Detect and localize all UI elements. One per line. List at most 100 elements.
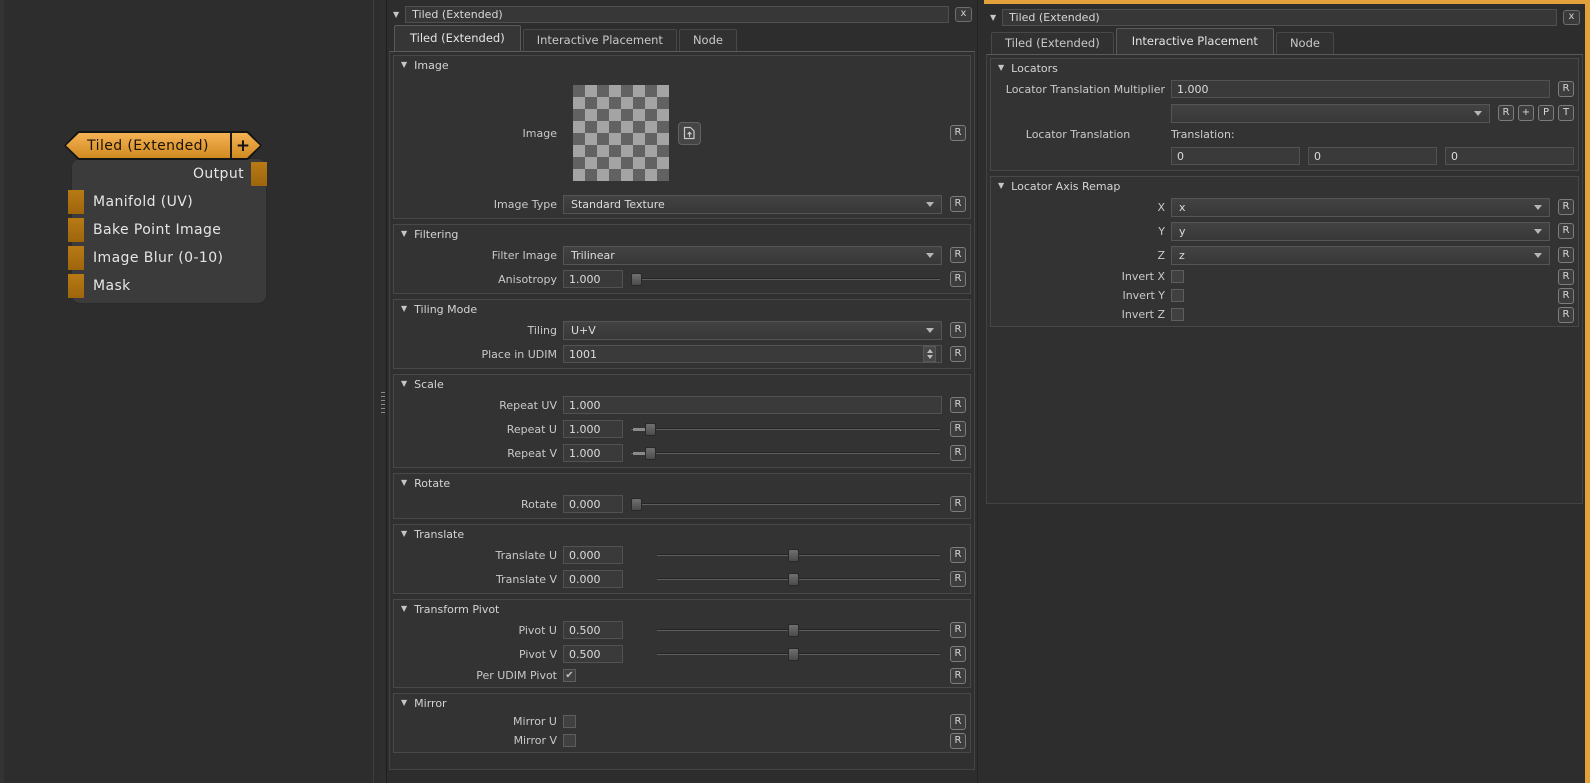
- input-port-mask[interactable]: [68, 274, 84, 298]
- reset-button[interactable]: R: [950, 714, 966, 730]
- section-header-scale[interactable]: ▼ Scale: [394, 375, 970, 393]
- per-udim-pivot-checkbox[interactable]: ✔: [563, 669, 576, 682]
- translation-y-field[interactable]: 0: [1308, 147, 1437, 165]
- import-image-button[interactable]: [678, 122, 701, 145]
- pivot-u-slider[interactable]: [657, 623, 942, 638]
- translate-u-slider[interactable]: [657, 548, 942, 563]
- tab-node[interactable]: Node: [1276, 32, 1334, 54]
- repeat-u-field[interactable]: 1.000: [563, 420, 623, 438]
- pivot-v-field[interactable]: 0.500: [563, 645, 623, 663]
- tab-interactive-placement[interactable]: Interactive Placement: [1116, 28, 1274, 54]
- image-thumbnail[interactable]: [573, 85, 669, 181]
- spin-down-icon[interactable]: [927, 355, 933, 359]
- reset-button[interactable]: R: [950, 547, 966, 563]
- udim-spin-buttons[interactable]: [923, 346, 936, 362]
- panel-title-bar[interactable]: ▼ Tiled (Extended) x: [387, 0, 977, 27]
- invert-z-checkbox[interactable]: [1171, 308, 1184, 321]
- collapse-arrow-icon[interactable]: ▼: [393, 11, 399, 19]
- node-header[interactable]: Tiled (Extended) +: [64, 131, 262, 160]
- reset-button[interactable]: R: [1558, 288, 1574, 304]
- tab-node[interactable]: Node: [679, 29, 737, 51]
- slider-handle[interactable]: [788, 573, 799, 586]
- locator-preset-dropdown[interactable]: [1171, 104, 1490, 123]
- rotate-field[interactable]: 0.000: [563, 495, 623, 513]
- translate-v-slider[interactable]: [657, 572, 942, 587]
- reset-button[interactable]: R: [1558, 269, 1574, 285]
- repeat-u-slider[interactable]: [631, 422, 942, 437]
- node-body[interactable]: Output Manifold (UV) Bake Point Image Im…: [72, 159, 266, 303]
- invert-y-checkbox[interactable]: [1171, 289, 1184, 302]
- anisotropy-field[interactable]: 1.000: [563, 270, 623, 288]
- section-header-mirror[interactable]: ▼ Mirror: [394, 694, 970, 712]
- filter-image-dropdown[interactable]: Trilinear: [563, 246, 942, 265]
- mirror-v-checkbox[interactable]: [563, 734, 576, 747]
- reset-button[interactable]: R: [950, 646, 966, 662]
- axis-y-dropdown[interactable]: y: [1171, 222, 1550, 241]
- slider-handle[interactable]: [631, 498, 642, 511]
- spin-up-icon[interactable]: [927, 349, 933, 353]
- add-locator-button[interactable]: +: [1518, 105, 1534, 121]
- slider-handle[interactable]: [788, 648, 799, 661]
- tab-tiled-extended[interactable]: Tiled (Extended): [991, 32, 1114, 54]
- reset-button[interactable]: R: [1558, 81, 1574, 97]
- translation-z-field[interactable]: 0: [1445, 147, 1574, 165]
- reset-button[interactable]: R: [950, 196, 966, 212]
- axis-z-dropdown[interactable]: z: [1171, 246, 1550, 265]
- translate-v-field[interactable]: 0.000: [563, 570, 623, 588]
- section-header-filtering[interactable]: ▼ Filtering: [394, 225, 970, 243]
- reset-button[interactable]: R: [950, 571, 966, 587]
- slider-handle[interactable]: [645, 423, 656, 436]
- reset-button[interactable]: R: [950, 733, 966, 749]
- reset-button[interactable]: R: [950, 445, 966, 461]
- node-add-button[interactable]: +: [232, 133, 260, 158]
- reset-button[interactable]: R: [1558, 223, 1574, 239]
- reset-button[interactable]: R: [950, 421, 966, 437]
- input-port-image-blur[interactable]: [68, 246, 84, 270]
- reset-button[interactable]: R: [950, 322, 966, 338]
- collapse-arrow-icon[interactable]: ▼: [990, 14, 996, 22]
- section-header-locators[interactable]: ▼ Locators: [991, 59, 1578, 77]
- anisotropy-slider[interactable]: [631, 272, 942, 287]
- reset-button[interactable]: R: [950, 496, 966, 512]
- reset-button[interactable]: R: [950, 346, 966, 362]
- p-button[interactable]: P: [1538, 105, 1554, 121]
- reset-button[interactable]: R: [1558, 199, 1574, 215]
- section-header-tiling-mode[interactable]: ▼ Tiling Mode: [394, 300, 970, 318]
- invert-x-checkbox[interactable]: [1171, 270, 1184, 283]
- tiling-dropdown[interactable]: U+V: [563, 321, 942, 340]
- reset-button[interactable]: R: [1558, 307, 1574, 323]
- reset-button[interactable]: R: [950, 271, 966, 287]
- rotate-slider[interactable]: [631, 497, 942, 512]
- repeat-uv-field[interactable]: 1.000: [563, 396, 942, 414]
- section-header-translate[interactable]: ▼ Translate: [394, 525, 970, 543]
- panel-splitter[interactable]: [379, 0, 387, 783]
- pivot-u-field[interactable]: 0.500: [563, 621, 623, 639]
- slider-handle[interactable]: [788, 624, 799, 637]
- node-tiled-extended[interactable]: Tiled (Extended) + Output Manifold (UV) …: [64, 131, 266, 303]
- reset-button[interactable]: R: [950, 622, 966, 638]
- translation-x-field[interactable]: 0: [1171, 147, 1300, 165]
- reset-button[interactable]: R: [1558, 247, 1574, 263]
- close-button[interactable]: x: [1563, 10, 1580, 25]
- tab-interactive-placement[interactable]: Interactive Placement: [523, 29, 677, 51]
- panel-title-bar[interactable]: ▼ Tiled (Extended) x: [984, 0, 1585, 30]
- repeat-v-slider[interactable]: [631, 446, 942, 461]
- section-header-locator-axis-remap[interactable]: ▼ Locator Axis Remap: [991, 177, 1578, 195]
- output-port[interactable]: [251, 162, 267, 186]
- image-type-dropdown[interactable]: Standard Texture: [563, 195, 942, 214]
- reset-button[interactable]: R: [1498, 105, 1514, 121]
- udim-spinbox[interactable]: 1001: [563, 345, 942, 363]
- slider-handle[interactable]: [645, 447, 656, 460]
- slider-handle[interactable]: [788, 549, 799, 562]
- reset-button[interactable]: R: [950, 247, 966, 263]
- locator-multiplier-field[interactable]: 1.000: [1171, 80, 1550, 98]
- node-graph-canvas[interactable]: Tiled (Extended) + Output Manifold (UV) …: [0, 0, 374, 783]
- tab-tiled-extended[interactable]: Tiled (Extended): [394, 25, 521, 51]
- pivot-v-slider[interactable]: [657, 647, 942, 662]
- section-header-transform-pivot[interactable]: ▼ Transform Pivot: [394, 600, 970, 618]
- reset-button[interactable]: R: [950, 397, 966, 413]
- mirror-u-checkbox[interactable]: [563, 715, 576, 728]
- reset-button[interactable]: R: [950, 668, 966, 684]
- section-header-rotate[interactable]: ▼ Rotate: [394, 474, 970, 492]
- repeat-v-field[interactable]: 1.000: [563, 444, 623, 462]
